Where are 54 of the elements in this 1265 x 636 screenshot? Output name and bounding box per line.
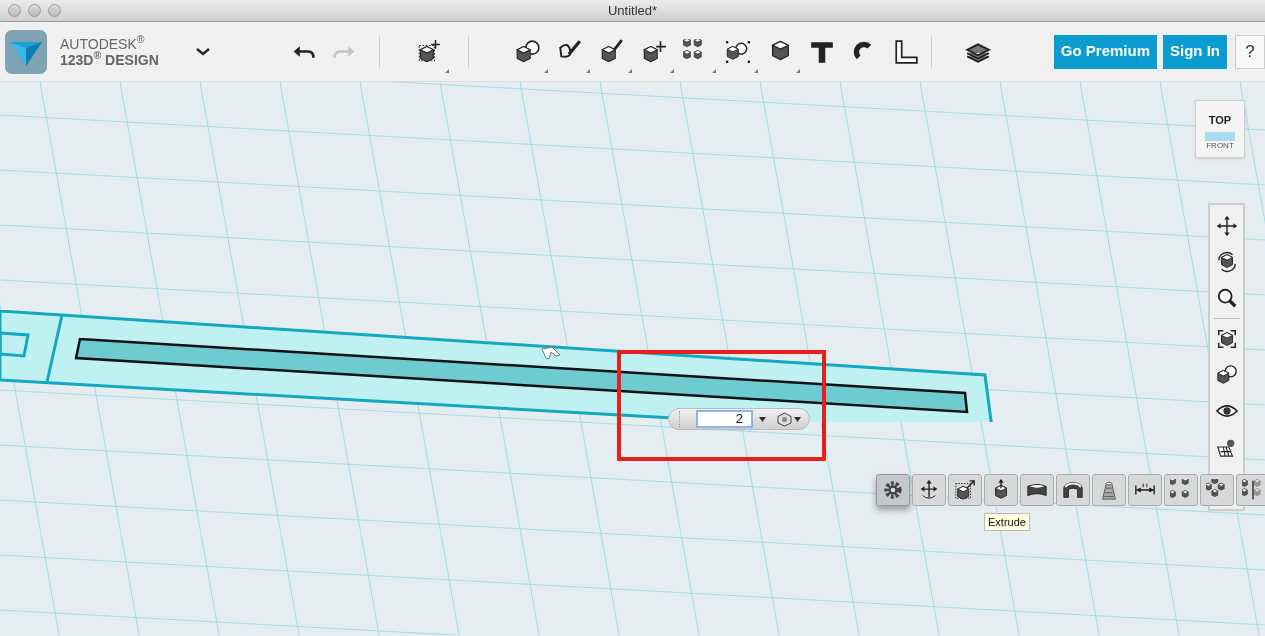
drag-handle-icon[interactable]	[679, 411, 681, 427]
view-cube[interactable]: TOP FRONT	[1195, 100, 1245, 158]
scale-icon	[954, 479, 976, 501]
menu-corner-icon	[444, 68, 449, 73]
chevron-down-icon	[195, 47, 210, 56]
gear-icon	[882, 479, 904, 501]
menu-corner-icon	[543, 68, 548, 73]
fit-view-icon	[1215, 328, 1238, 350]
edit-tool-button[interactable]	[1128, 474, 1162, 506]
orbit-icon	[1215, 251, 1238, 273]
cube-icon	[777, 411, 792, 427]
cube-arrows-icon	[640, 38, 667, 65]
menu-corner-icon	[627, 68, 632, 73]
edit-tool-button[interactable]	[876, 474, 910, 506]
app-logo-icon	[5, 29, 47, 74]
edit-tool-button[interactable]	[1056, 474, 1090, 506]
move-arrows-icon	[1215, 215, 1238, 237]
menu-corner-icon	[711, 68, 716, 73]
edit-tool-button[interactable]	[1200, 474, 1234, 506]
cubes-grid-icon	[1170, 479, 1192, 501]
view-cube-front-label: FRONT	[1206, 141, 1234, 150]
edit-tool-button[interactable]	[948, 474, 982, 506]
mirror-icon	[1242, 479, 1264, 501]
help-button[interactable]: ?	[1235, 34, 1265, 69]
ruler-icon	[892, 38, 919, 65]
edit-tool-button[interactable]	[912, 474, 946, 506]
edit-tool-button[interactable]	[1236, 474, 1265, 506]
undo-icon	[292, 44, 315, 59]
group-select-icon	[724, 38, 751, 65]
cursor-icon	[540, 346, 562, 360]
revolve-icon	[1062, 479, 1084, 501]
view-cube-highlight	[1205, 131, 1235, 141]
window-title: Untitled*	[607, 1, 658, 20]
edit-tool-button[interactable]	[1164, 474, 1198, 506]
product-name: 123D$^{®}$ DESIGN	[60, 52, 159, 67]
search-icon	[1215, 287, 1238, 309]
menu-corner-icon	[753, 68, 758, 73]
menu-corner-icon	[585, 68, 590, 73]
redo-icon	[332, 44, 355, 59]
brand-name: AUTODESK$^{®}$	[60, 36, 146, 51]
distance-input-field[interactable]: 2	[696, 410, 753, 428]
move-arrows-icon	[918, 479, 940, 501]
extrude-mode-button[interactable]	[774, 410, 804, 428]
caret-icon	[758, 416, 766, 422]
edit-tool-button[interactable]	[984, 474, 1018, 506]
edit-tool-button[interactable]	[1020, 474, 1054, 506]
tooltip: Extrude	[984, 513, 1030, 531]
cube-sphere-icon	[514, 38, 541, 65]
cube-brush-icon	[598, 38, 625, 65]
menu-corner-icon	[795, 68, 800, 73]
view-cube-top-label: TOP	[1208, 113, 1232, 128]
caret-icon	[794, 416, 801, 422]
cube-sphere-icon	[1215, 364, 1238, 386]
menu-corner-icon	[669, 68, 674, 73]
